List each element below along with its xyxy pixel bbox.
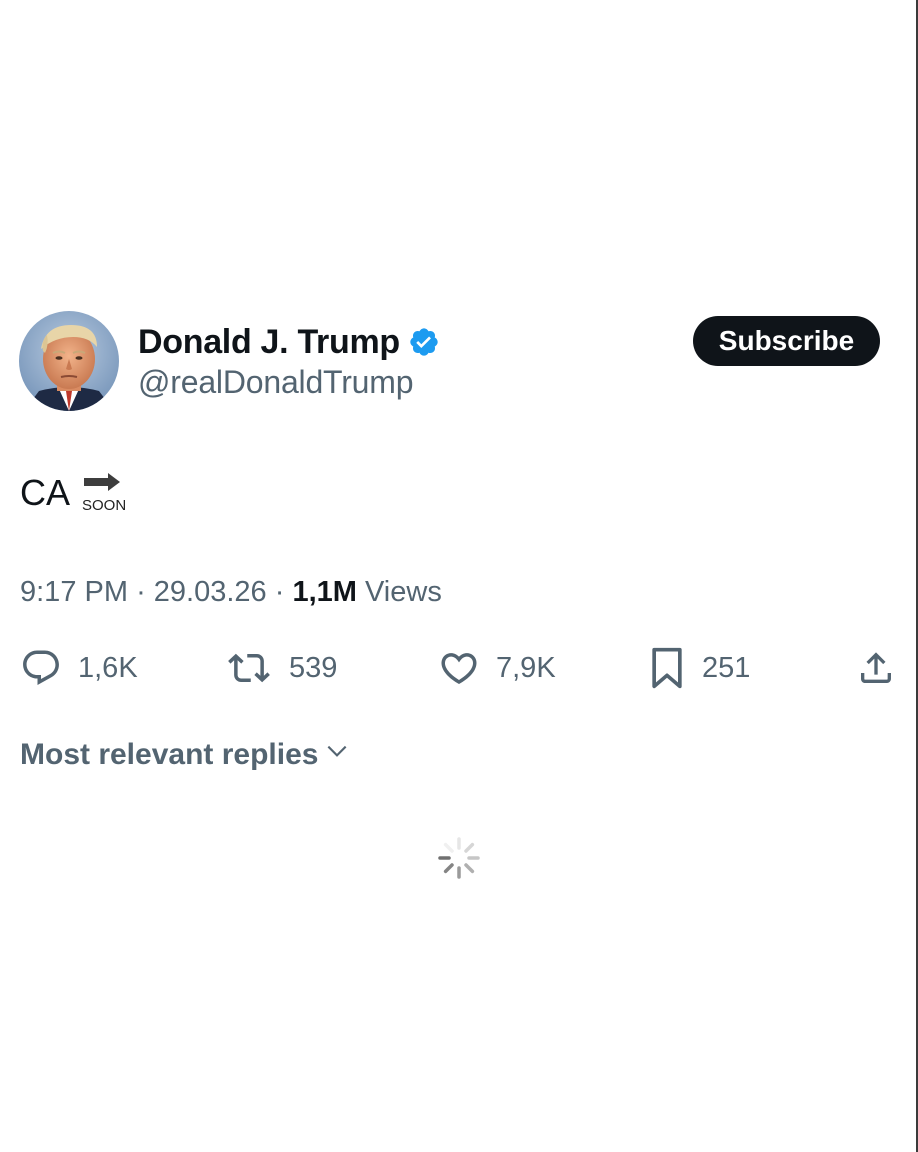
tweet-detail-page: Donald J. Trump @realDonaldTrump Subscri… xyxy=(0,0,918,1152)
subscribe-button[interactable]: Subscribe xyxy=(693,316,880,366)
replies-sort-dropdown[interactable]: Most relevant replies xyxy=(20,738,350,772)
display-name[interactable]: Donald J. Trump xyxy=(138,323,400,362)
author-handle[interactable]: @realDonaldTrump xyxy=(138,364,414,401)
repost-button[interactable]: 539 xyxy=(225,646,337,690)
bookmark-button[interactable]: 251 xyxy=(648,646,750,690)
tweet-text: CA SOON xyxy=(20,472,130,525)
soon-label: SOON xyxy=(82,497,126,514)
meta-separator: · xyxy=(274,576,293,608)
heart-icon xyxy=(441,653,477,685)
bookmark-icon xyxy=(652,647,682,689)
reply-button[interactable]: 1,6K xyxy=(20,646,138,690)
author-name-row[interactable]: Donald J. Trump xyxy=(138,320,440,364)
tweet-text-content: CA xyxy=(20,472,71,513)
views-count: 1,1M xyxy=(292,576,365,608)
tweet-date[interactable]: 29.03.26 xyxy=(154,576,267,608)
like-count: 7,9K xyxy=(496,651,556,684)
soon-arrow-icon: SOON xyxy=(80,472,130,525)
verified-badge-icon[interactable] xyxy=(408,326,440,358)
repost-count: 539 xyxy=(289,651,338,684)
avatar-image xyxy=(19,311,119,411)
share-icon xyxy=(861,652,891,683)
views-label: Views xyxy=(364,576,442,608)
avatar[interactable] xyxy=(19,311,119,411)
repost-icon xyxy=(228,653,270,683)
share-button[interactable] xyxy=(856,646,896,690)
chevron-down-icon xyxy=(324,738,350,772)
bookmark-count: 251 xyxy=(702,651,751,684)
reply-count: 1,6K xyxy=(78,651,138,684)
loading-spinner-icon xyxy=(437,836,481,880)
like-button[interactable]: 7,9K xyxy=(438,646,556,690)
tweet-time[interactable]: 9:17 PM xyxy=(20,576,128,608)
reply-icon xyxy=(23,650,59,685)
replies-sort-label: Most relevant replies xyxy=(20,738,319,771)
meta-separator: · xyxy=(136,576,154,608)
tweet-meta: 9:17 PM · 29.03.26 · 1,1M Views xyxy=(20,576,442,609)
